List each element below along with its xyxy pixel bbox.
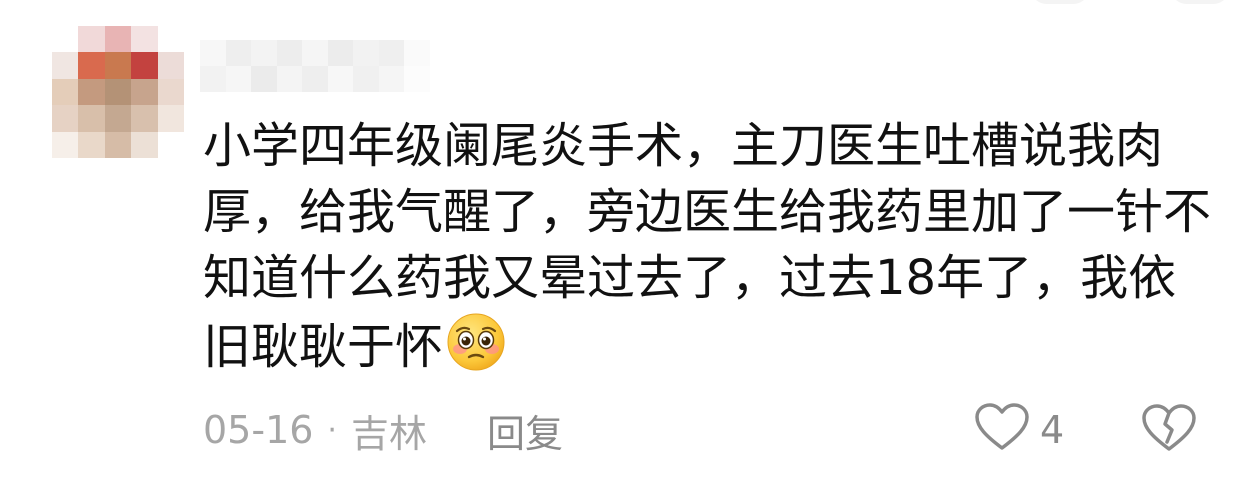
comment-meta: 05-16 · 吉林 回复 — [203, 403, 563, 458]
comment-date: 05-16 — [203, 408, 314, 452]
broken-heart-icon[interactable] — [1141, 404, 1197, 458]
reply-button[interactable]: 回复 — [487, 403, 563, 458]
comment-location: 吉林 — [350, 411, 427, 456]
meta-separator: · — [327, 412, 337, 448]
pleading-face-emoji — [445, 311, 507, 390]
like-count: 4 — [1040, 408, 1065, 452]
like-button[interactable]: 4 — [974, 403, 1065, 457]
heart-outline-icon[interactable] — [974, 403, 1030, 457]
avatar[interactable] — [52, 26, 184, 158]
comment-text: 小学四年级阑尾炎手术，主刀医生吐槽说我肉厚，给我气醒了，旁边医生给我药里加了一针… — [203, 113, 1213, 390]
top-partial-buttons — [1010, 0, 1250, 10]
comment-body: 小学四年级阑尾炎手术，主刀医生吐槽说我肉厚，给我气醒了，旁边医生给我药里加了一针… — [203, 118, 1212, 375]
username-blurred[interactable] — [200, 40, 430, 92]
